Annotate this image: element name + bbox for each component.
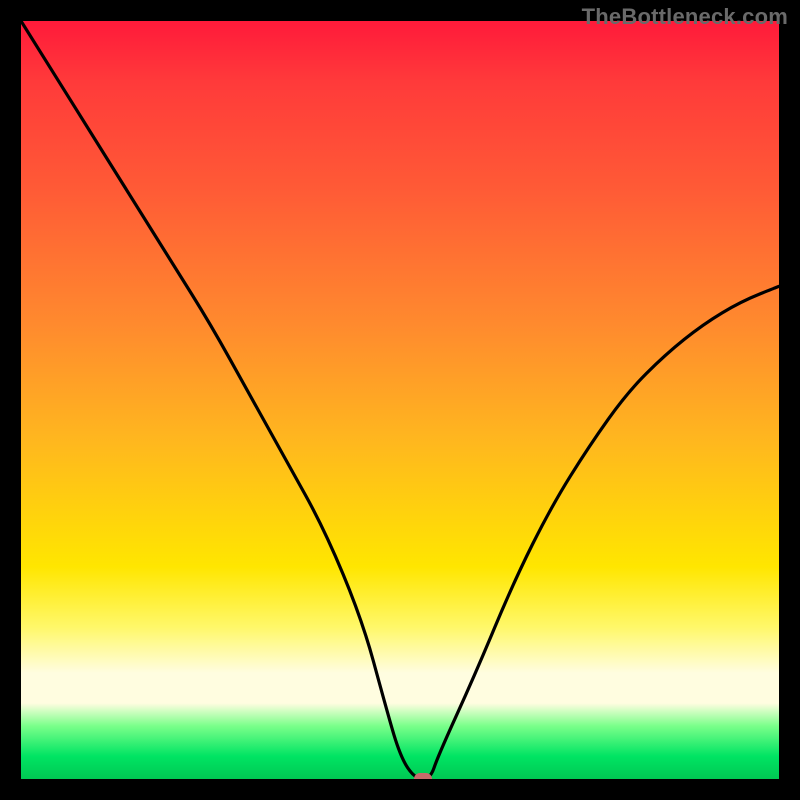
bottleneck-curve <box>21 21 779 779</box>
chart-frame: TheBottleneck.com <box>0 0 800 800</box>
optimum-marker <box>414 773 432 779</box>
plot-area <box>21 21 779 779</box>
curve-path <box>21 21 779 779</box>
watermark-label: TheBottleneck.com <box>582 4 788 30</box>
